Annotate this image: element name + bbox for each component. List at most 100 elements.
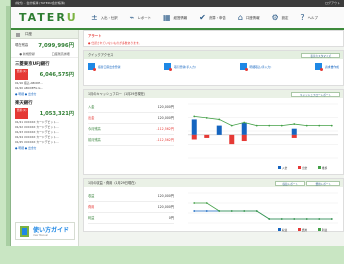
balance-detail-link[interactable]: 口座残高詳細 (52, 52, 70, 56)
row-label: 入金 (88, 105, 95, 109)
sidebar-section-title: 口座 (11, 30, 78, 39)
alert-message[interactable]: ● 仕訳されていないものが多数あります。 (88, 41, 339, 45)
alert-title: アラート (88, 34, 102, 38)
row-value: -112,562円 (156, 127, 174, 131)
account-type-badge: 普通 (1) (15, 108, 28, 119)
bank-more-link[interactable]: ● 明細 ● 出金を (11, 145, 78, 151)
inflow-bar (216, 125, 222, 135)
quick-item-import[interactable]: 明細取込(手入力) (239, 63, 271, 71)
balance-line (194, 115, 332, 127)
series-point (218, 210, 221, 212)
nav-label: 設定 (281, 16, 289, 20)
cashflow-report-button[interactable]: キャッシュフローレポート (290, 91, 340, 97)
bank-balance: 1,053,321円 (39, 111, 74, 117)
plus-minus-icon: ± (91, 12, 98, 22)
cashflow-header: 1月のキャッシュフロー（1月29日現在） キャッシュフローレポート (84, 90, 343, 98)
guide-subtitle: User Manual (33, 234, 48, 237)
cashflow-chart: 入金 出金 推移 (188, 103, 338, 170)
register-link[interactable]: ● 新規登録 (19, 52, 35, 56)
dashboard-main: アラート ● 仕訳されていないものが多数あります。 クイックアクセス 表示カスタ… (83, 30, 344, 246)
balance-point (230, 124, 233, 127)
outflow-bar (291, 134, 297, 138)
quick-item-label: 振替口座出金登録 (98, 64, 121, 69)
nav-settlement[interactable]: ✔ 決算・申告 (199, 12, 226, 22)
nav-report[interactable]: ⌁ レポート (130, 13, 151, 22)
outflow-bar (204, 134, 210, 138)
guide-title-text: 使い方ガイド (33, 227, 70, 234)
expense-title: 1月の収益・費用（1月29日現在） (88, 181, 138, 185)
row-label: 前月残高 (88, 138, 101, 142)
legend-label: 推移 (322, 166, 328, 170)
inflow-bar (241, 122, 247, 135)
row-value: -112,562円 (156, 138, 174, 142)
series-point (318, 218, 321, 220)
entry-icon (164, 63, 173, 71)
table-row: 収益 120,000円 (88, 191, 174, 202)
row-value: 120,000円 (157, 105, 174, 109)
legend-label: 利益 (322, 228, 328, 232)
nav-label: 口座情報 (245, 16, 260, 20)
legend-label: 出金 (302, 166, 308, 170)
bank-balance: 6,046,575円 (39, 72, 74, 78)
table-row: 前月残高 -112,562円 (88, 135, 174, 146)
nav-help[interactable]: ? ヘルプ (300, 13, 317, 22)
legend-swatch (318, 166, 321, 169)
row-value: 120,000円 (157, 116, 174, 120)
check-icon: ✔ (199, 12, 206, 22)
brand-logo[interactable]: TATERU (11, 11, 91, 24)
row-label: 費用 (88, 205, 95, 209)
table-row: 入金 120,000円 (88, 102, 174, 113)
total-balance-amount: 7,099,996円 (38, 42, 74, 49)
account-sidebar: 口座 現在残高 7,099,996円 ● 新規登録 口座残高詳細 三菱東京UFJ… (11, 30, 79, 246)
quick-item-invoice[interactable]: 請求書作成 (314, 63, 339, 71)
nav-journal[interactable]: ± 入出・仕訳 (91, 12, 118, 22)
user-guide-banner[interactable]: 使い方ガイド User Manual (15, 222, 75, 240)
quick-access-header: クイックアクセス 表示カスタマイズ (84, 51, 343, 59)
series-point (255, 210, 258, 212)
nav-management[interactable]: ▦ 経営情報 (163, 13, 187, 22)
logo-text: TATER (19, 11, 67, 24)
bank-name[interactable]: 楽天銀行 (11, 97, 78, 107)
nav-label: 決算・申告 (208, 16, 226, 20)
logout-link[interactable]: ログアウト (325, 0, 340, 7)
revenue-report-button[interactable]: 収益レポート (275, 180, 305, 186)
balance-point (305, 124, 308, 127)
row-label: 利益 (88, 216, 95, 220)
sidebar-links: ● 新規登録 口座残高詳細 (11, 50, 78, 58)
nav-settings[interactable]: ⚙ 設定 (271, 13, 289, 22)
legend-swatch (298, 228, 301, 231)
legend-label: 費用 (302, 228, 308, 232)
legend-label: 収益 (282, 228, 288, 232)
balance-point (318, 124, 321, 127)
quick-item-manual-entry[interactable]: 取引登録(手入力) (164, 63, 196, 71)
series-point (268, 218, 271, 220)
quick-access-title: クイックアクセス (88, 53, 114, 57)
expense-chart: 収益 費用 利益 (188, 192, 338, 232)
balance-point (205, 116, 208, 119)
series-point (330, 218, 333, 220)
outflow-bar (191, 134, 197, 140)
transfer-icon (88, 63, 96, 71)
bank-balance-row: 普通 (1) 1,053,321円 (11, 107, 78, 120)
top-navigation: TATERU ± 入出・仕訳 ⌁ レポート ▦ 経営情報 ✔ 決算・申告 ⌂ 口座情報 ⚙… (11, 7, 344, 30)
row-value: 0円 (168, 216, 174, 220)
window-titlebar: (株式) - 会計帳簿 (TATERU会計帳簿) ログアウト (11, 0, 344, 7)
table-row: 費用 120,000円 (88, 202, 174, 213)
expense-report-button[interactable]: 費用レポート (306, 180, 340, 186)
nav-account[interactable]: ⌂ 口座情報 (238, 13, 260, 22)
bank-name[interactable]: 三菱東京UFJ銀行 (11, 58, 78, 68)
customize-button[interactable]: 表示カスタマイズ (301, 52, 340, 58)
quick-item-transfer[interactable]: 振替口座出金登録 (88, 63, 121, 71)
series-point (193, 210, 196, 212)
balance-point (280, 124, 283, 127)
series-point (193, 202, 196, 204)
logo-accent: U (66, 11, 78, 24)
quick-item-label: 取引登録(手入力) (174, 64, 196, 69)
table-row: 出金 120,000円 (88, 113, 174, 124)
inflow-bar (191, 119, 197, 135)
series-point (205, 210, 208, 212)
series-point (230, 210, 233, 212)
expense-header: 1月の収益・費用（1月29日現在） 収益レポート 費用レポート (84, 179, 343, 187)
expense-panel: 1月の収益・費用（1月29日現在） 収益レポート 費用レポート 収益 120,00… (83, 178, 344, 232)
row-label: 今月残高 (88, 127, 101, 131)
